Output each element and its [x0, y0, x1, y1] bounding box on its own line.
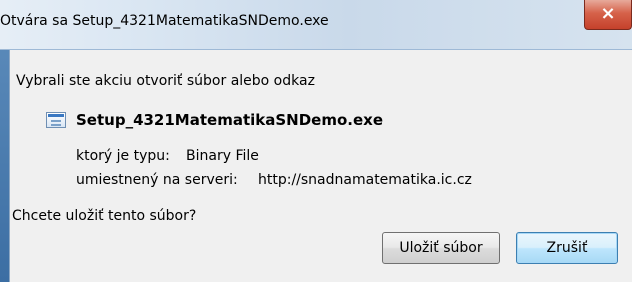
server-label: umiestnený na serveri:: [76, 172, 238, 188]
close-icon: ×: [600, 3, 616, 24]
cancel-button[interactable]: Zrušiť: [516, 232, 618, 264]
dialog-body: Vybrali ste akciu otvoriť súbor alebo od…: [9, 50, 632, 282]
window-title: Otvára sa Setup_4321MatematikaSNDemo.exe: [0, 13, 329, 29]
file-type-label: ktorý je typu:: [76, 148, 170, 164]
title-bar[interactable]: Otvára sa Setup_4321MatematikaSNDemo.exe…: [0, 0, 632, 50]
download-dialog-window: Otvára sa Setup_4321MatematikaSNDemo.exe…: [0, 0, 632, 282]
exe-file-icon: [46, 112, 66, 128]
intro-text: Vybrali ste akciu otvoriť súbor alebo od…: [16, 73, 315, 89]
close-button[interactable]: ×: [584, 0, 632, 30]
save-file-button[interactable]: Uložiť súbor: [382, 232, 500, 264]
file-type-value: Binary File: [186, 148, 259, 164]
save-question: Chcete uložiť tento súbor?: [12, 208, 197, 224]
server-url: http://snadnamatematika.ic.cz: [258, 172, 472, 188]
file-name: Setup_4321MatematikaSNDemo.exe: [76, 111, 384, 129]
